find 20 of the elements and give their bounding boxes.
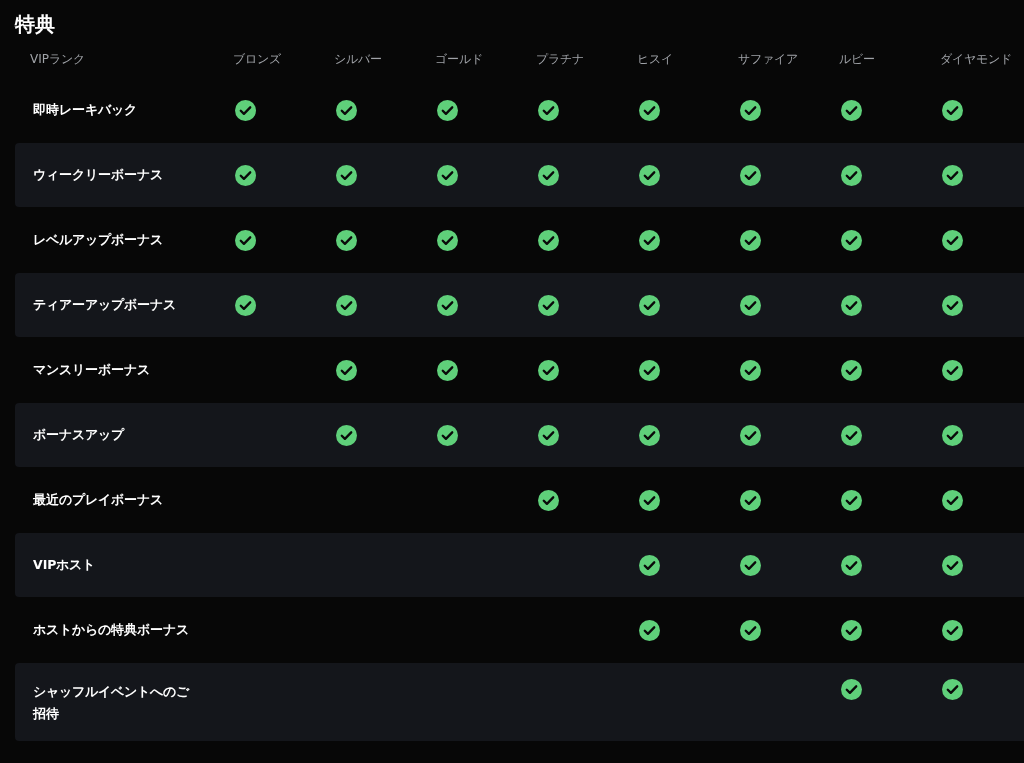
- column-header: シルバー: [334, 51, 383, 68]
- perk-label: ウィークリーボーナス: [32, 166, 164, 184]
- perk-label: 最近のプレイボーナス: [32, 491, 164, 509]
- column-header: プラチナ: [536, 51, 585, 68]
- column-header: VIPランク: [29, 51, 86, 68]
- perk-label: シャッフルイベントへのご招待: [31, 683, 191, 723]
- column-header: ヒスイ: [637, 51, 674, 68]
- column-header: ルビー: [839, 51, 876, 68]
- perk-label: ティアーアップボーナス: [32, 296, 177, 314]
- column-header: ブロンズ: [233, 51, 282, 68]
- column-header: サファイア: [738, 51, 799, 68]
- column-header: ダイヤモンド: [940, 51, 1013, 68]
- perk-label: ホストからの特典ボーナス: [32, 621, 190, 639]
- column-header: ゴールド: [435, 51, 484, 68]
- perk-label: ボーナスアップ: [32, 426, 126, 444]
- perk-label: VIPホスト: [32, 556, 97, 574]
- perk-label: マンスリーボーナス: [32, 361, 151, 379]
- page-title: 特典: [13, 11, 56, 38]
- perk-label: 即時レーキバック: [32, 101, 138, 119]
- perk-label: レベルアップボーナス: [32, 231, 164, 249]
